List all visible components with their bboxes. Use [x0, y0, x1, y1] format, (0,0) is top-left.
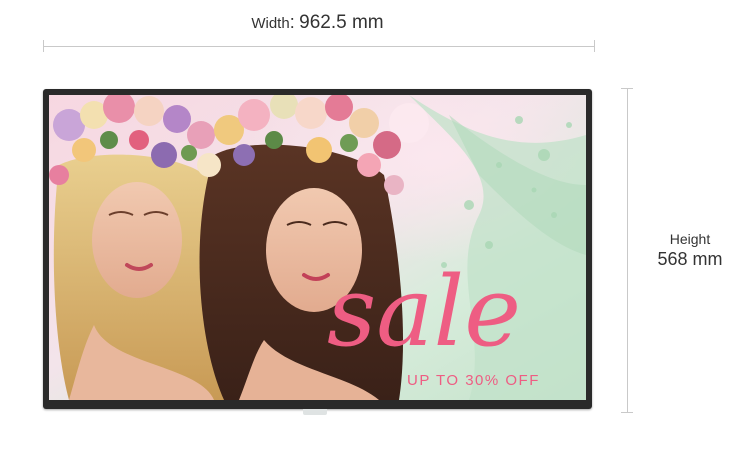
- width-separator: :: [289, 12, 295, 32]
- width-tick-left: [43, 40, 44, 52]
- monitor-screen: sale UP TO 30% OFF: [49, 95, 586, 400]
- width-dimension-label: Width: 962.5 mm: [0, 12, 635, 34]
- monitor-display: sale UP TO 30% OFF: [43, 89, 592, 409]
- sale-headline: sale: [327, 256, 521, 368]
- width-dimension-line: [43, 46, 594, 47]
- screen-artwork: sale UP TO 30% OFF: [49, 95, 586, 400]
- height-dimension-label: Height 568 mm: [640, 231, 740, 270]
- height-label: Height: [669, 231, 711, 247]
- height-tick-top: [621, 88, 633, 89]
- width-tick-right: [594, 40, 595, 52]
- height-tick-bottom: [621, 412, 633, 413]
- width-label: Width: [251, 15, 290, 32]
- monitor-stand-connector: [303, 409, 327, 415]
- height-value: 568 mm: [657, 249, 723, 269]
- sale-subline: UP TO 30% OFF: [407, 372, 540, 389]
- height-dimension-line: [627, 88, 628, 412]
- width-value: 962.5 mm: [299, 12, 384, 33]
